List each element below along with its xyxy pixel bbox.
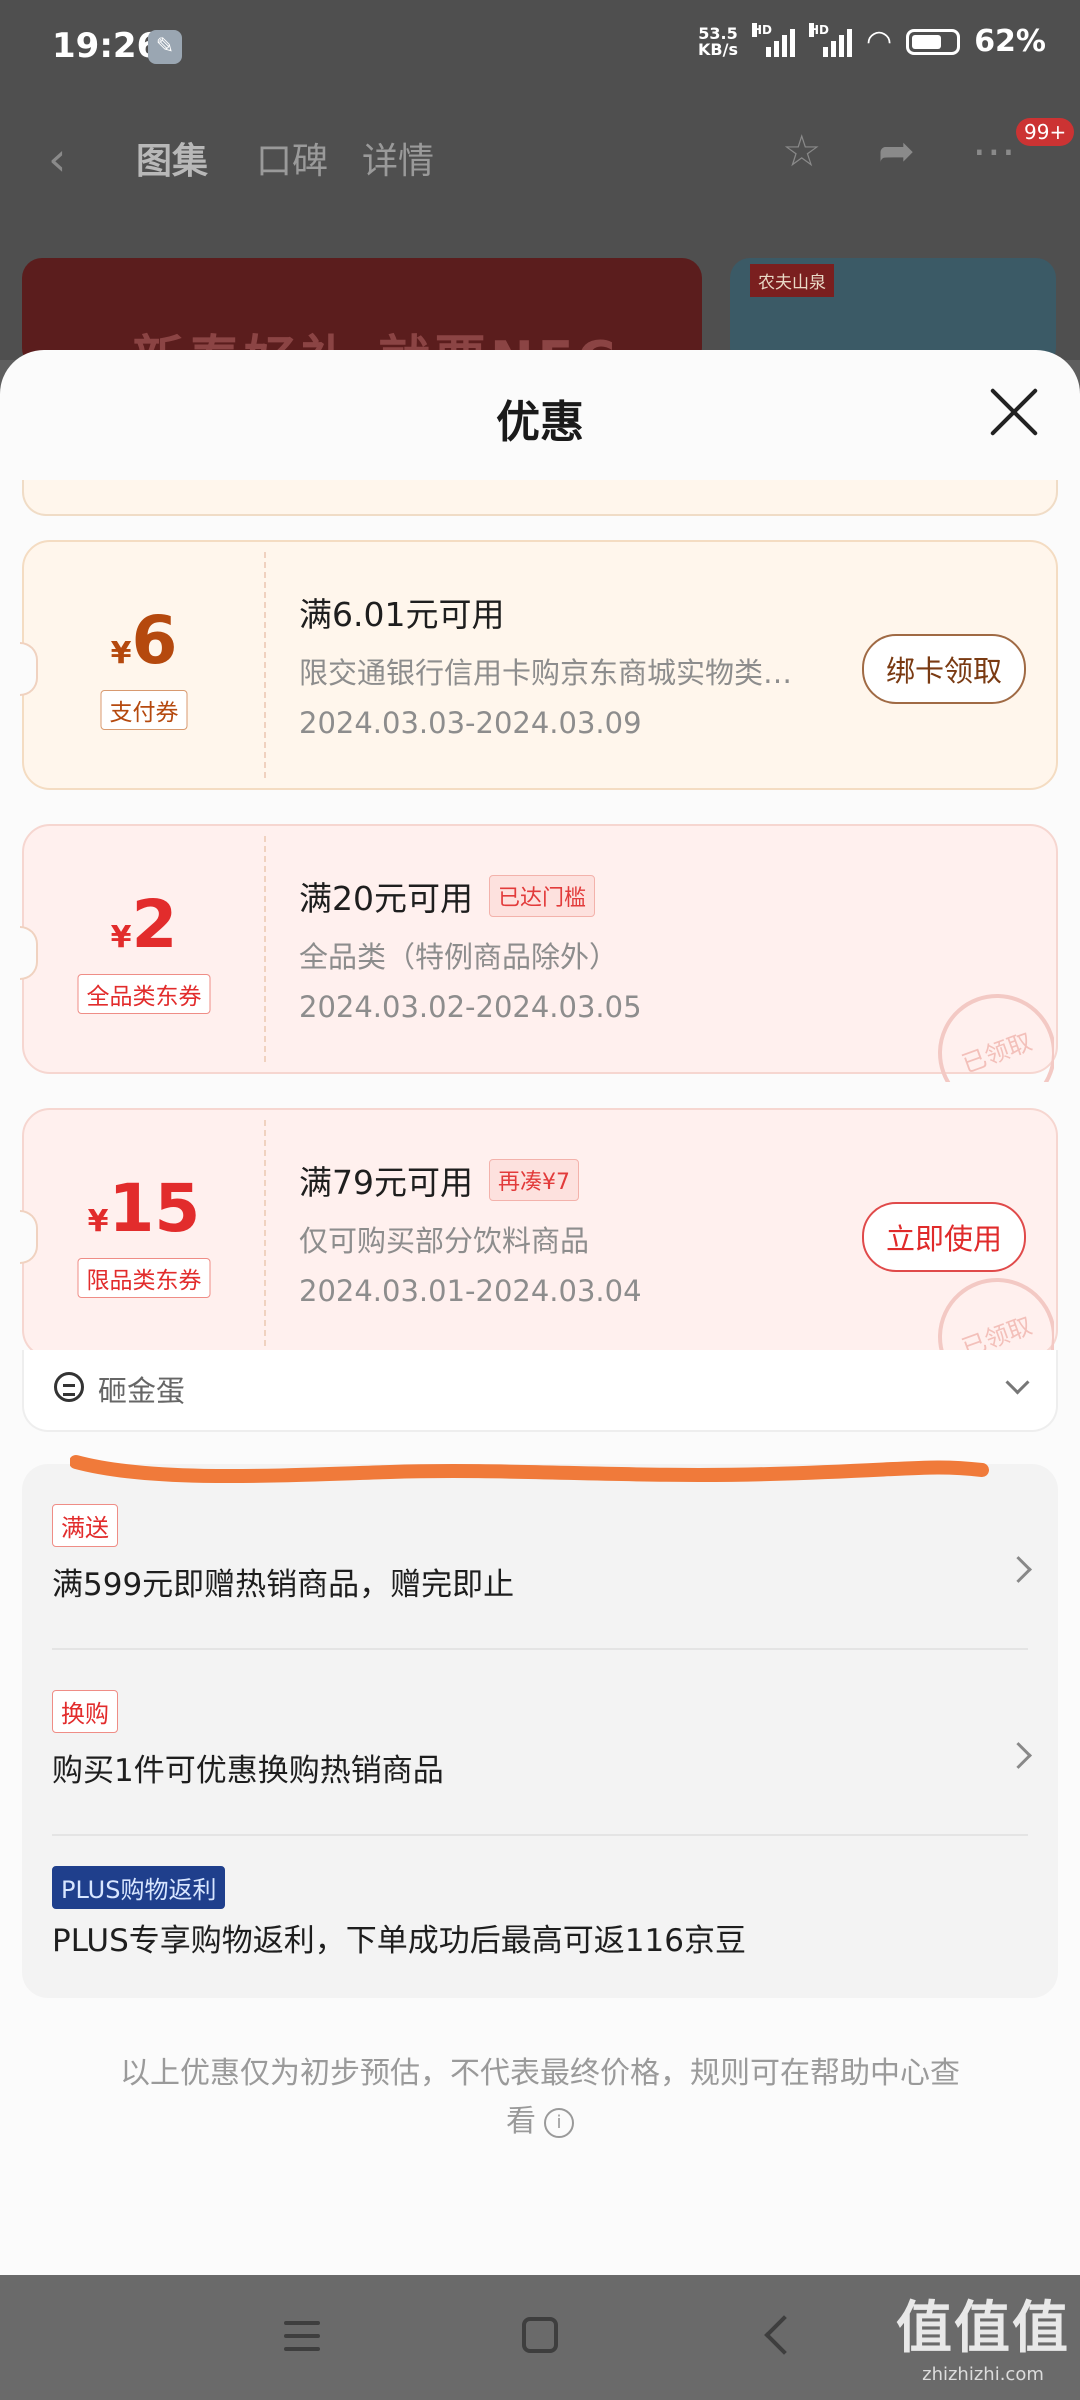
disclaimer-text: 以上优惠仅为初步预估，不代表最终价格，规则可在帮助中心查看 i — [120, 2056, 960, 2139]
network-speed-unit: KB/s — [698, 39, 738, 59]
coupon-description: 仅可购买部分饮料商品 — [299, 1224, 590, 1258]
status-time: 19:26 — [52, 26, 161, 66]
coupon-date: 2024.03.02-2024.03.05 — [299, 990, 642, 1024]
signal-hd-label-2: HD — [809, 22, 830, 37]
coupon-condition: 满6.01元可用 — [299, 595, 505, 634]
orange-scribble-mark — [70, 1455, 989, 1484]
threshold-reached-tag: 已达门槛 — [489, 875, 596, 917]
share-icon[interactable]: ➦ — [878, 126, 915, 177]
wifi-icon: ◠ — [866, 24, 893, 59]
back-icon[interactable] — [764, 2315, 804, 2355]
signal-icon-2: HD — [809, 22, 852, 57]
promotion-text: 购买1件可优惠换购热销商品 — [52, 1753, 444, 1789]
back-icon[interactable]: ‹ — [48, 132, 66, 186]
coupon-amount: ¥2 — [110, 886, 178, 963]
promotion-tag: 满送 — [52, 1504, 118, 1547]
coupon-card[interactable]: ¥15 限品类东券 满79元可用 再凑¥7 仅可购买部分饮料商品 2024.03… — [20, 1108, 1058, 1366]
network-speed: 53.5 KB/s — [698, 25, 738, 59]
star-icon[interactable]: ☆ — [782, 126, 821, 177]
coupon-date: 2024.03.01-2024.03.04 — [299, 1274, 642, 1308]
tab-gallery[interactable]: 图集 — [136, 132, 208, 184]
close-icon[interactable] — [988, 386, 1040, 438]
battery-icon — [906, 28, 961, 55]
promotions-panel: 满送 满599元即赠热销商品，赠完即止 换购 购买1件可优惠换购热销商品 PLU… — [22, 1464, 1058, 1998]
coupon-condition: 满20元可用 已达门槛 — [299, 872, 596, 920]
promotion-item[interactable]: 满送 满599元即赠热销商品，赠完即止 — [52, 1504, 1032, 1604]
bind-card-claim-button[interactable]: 绑卡领取 — [861, 634, 1026, 704]
golden-egg-icon — [54, 1372, 84, 1402]
brand-logo: 农夫山泉 — [750, 264, 834, 297]
system-nav-bar: 值值值 zhizhizhi.com — [0, 2275, 1080, 2400]
more-icon[interactable]: ⋯ — [972, 126, 1016, 177]
coupon-card[interactable]: ¥2 全品类东券 满20元可用 已达门槛 全品类（特例商品除外） 2024.03… — [20, 824, 1058, 1082]
message-badge: 99+ — [1016, 118, 1075, 146]
golden-egg-row[interactable]: 砸金蛋 — [22, 1350, 1058, 1432]
coupon-date: 2024.03.03-2024.03.09 — [299, 706, 642, 740]
battery-percent: 62% — [974, 24, 1046, 59]
coupon-amount: ¥15 — [87, 1170, 201, 1247]
info-icon[interactable]: i — [544, 2107, 574, 2138]
divider — [52, 1834, 1028, 1836]
divider — [52, 1648, 1028, 1650]
plus-rebate-tag: PLUS购物返利 — [52, 1866, 226, 1909]
home-icon[interactable] — [522, 2317, 558, 2353]
promotion-item: PLUS购物返利 PLUS专享购物返利，下单成功后最高可返116京豆 — [52, 1866, 1028, 1960]
promotion-item[interactable]: 换购 购买1件可优惠换购热销商品 — [52, 1690, 1032, 1790]
coupon-amount: ¥6 — [110, 602, 178, 679]
promotion-text: 满599元即赠热销商品，赠完即止 — [52, 1567, 515, 1603]
coupon-description: 全品类（特例商品除外） — [299, 940, 619, 974]
site-watermark: 值值值 zhizhizhi.com — [896, 2296, 1070, 2385]
use-now-button[interactable]: 立即使用 — [861, 1202, 1026, 1272]
coupon-condition: 满79元可用 再凑¥7 — [299, 1156, 579, 1204]
promotion-tag: 换购 — [52, 1690, 118, 1733]
coupon-type: 限品类东券 — [77, 1258, 211, 1298]
tab-reviews[interactable]: 口碑 — [256, 132, 328, 184]
golden-egg-label: 砸金蛋 — [98, 1374, 186, 1408]
coupon-type: 支付券 — [100, 690, 188, 730]
signal-hd-label: HD — [752, 22, 773, 37]
partial-coupon-card — [22, 480, 1058, 516]
discount-sheet: 优惠 ¥6 支付券 满6.01元可用 限交通银行信用卡购京东商城实物类… 202… — [0, 350, 1080, 2275]
coupon-description: 限交通银行信用卡购京东商城实物类… — [299, 656, 793, 690]
product-nav-bar: ‹ 图集 口碑 详情 ☆ ➦ ⋯ 99+ — [0, 110, 1080, 200]
menu-icon[interactable] — [284, 2321, 320, 2351]
add-more-tag: 再凑¥7 — [489, 1159, 579, 1201]
promotion-text: PLUS专享购物返利，下单成功后最高可返116京豆 — [52, 1923, 746, 1959]
coupon-type: 全品类东券 — [77, 974, 211, 1014]
status-indicators: 53.5 KB/s HD HD ◠ 62% — [698, 22, 1046, 59]
tab-details[interactable]: 详情 — [362, 132, 434, 184]
status-bar: 19:26 ✎ 53.5 KB/s HD HD ◠ 62% — [0, 0, 1080, 92]
signal-icon: HD — [752, 22, 795, 57]
sheet-title: 优惠 — [496, 397, 584, 448]
coupon-card[interactable]: ¥6 支付券 满6.01元可用 限交通银行信用卡购京东商城实物类… 2024.0… — [20, 540, 1058, 790]
chevron-down-icon[interactable] — [1005, 1370, 1030, 1395]
wrench-icon: ✎ — [148, 30, 182, 64]
claimed-stamp: 已领取 — [934, 990, 1054, 1082]
